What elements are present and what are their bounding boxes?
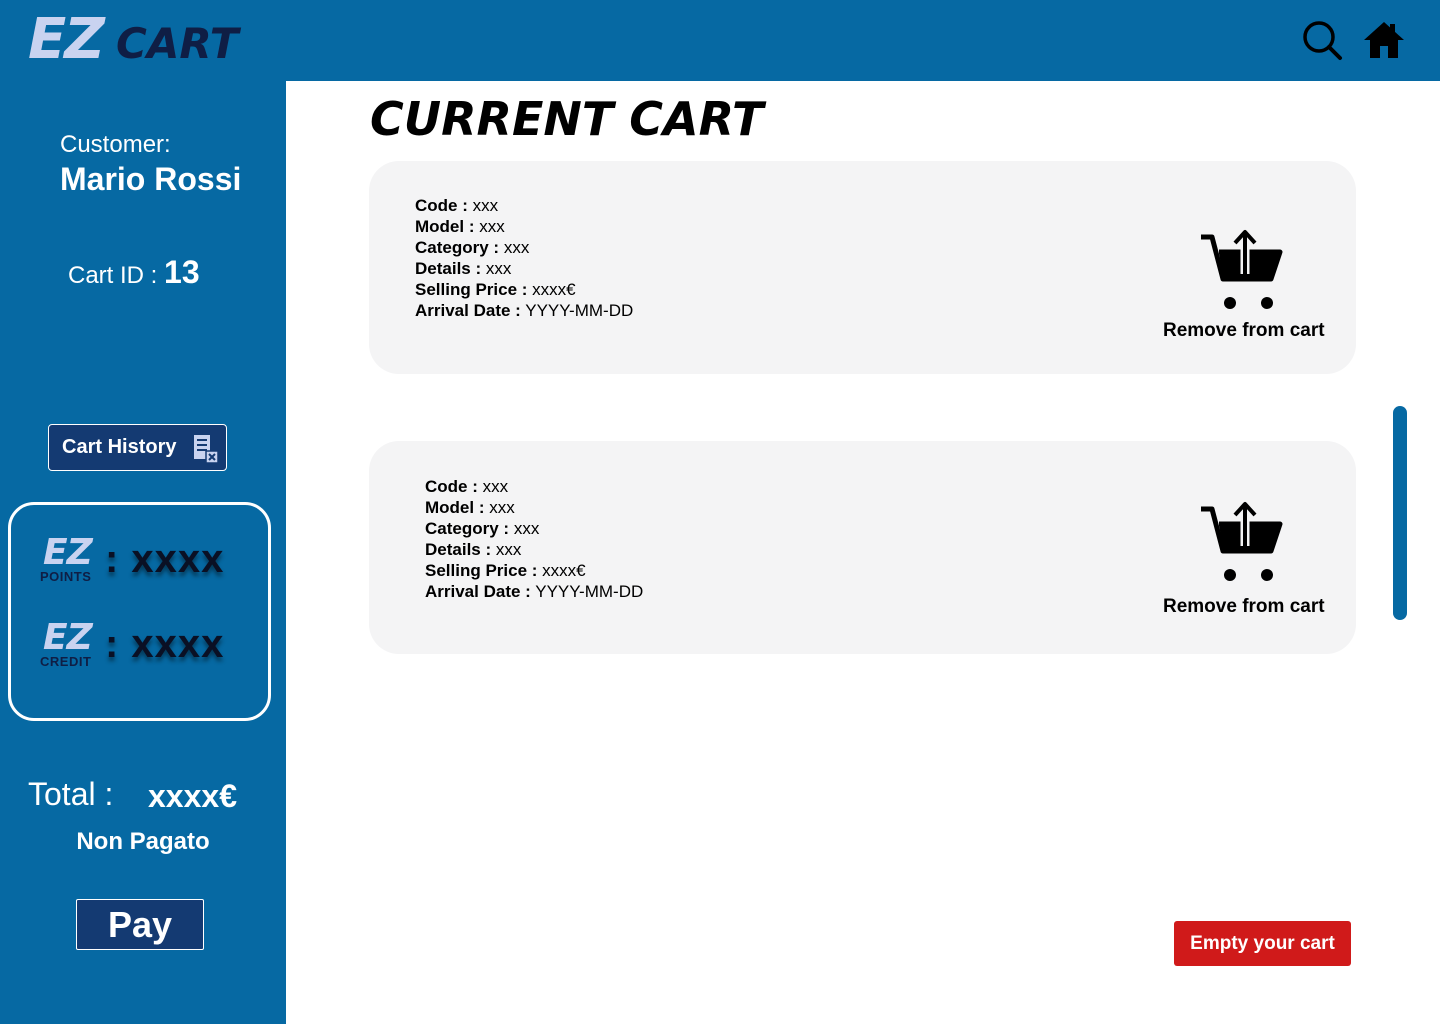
customer-name: Mario Rossi — [60, 161, 242, 197]
search-icon[interactable] — [1300, 18, 1344, 62]
scrollbar[interactable] — [1393, 406, 1407, 620]
home-icon[interactable] — [1362, 18, 1406, 62]
empty-cart-label: Empty your cart — [1190, 932, 1335, 954]
ez-points-value: : xxxx — [105, 537, 225, 581]
item-details: Code : xxx Model : xxx Category : xxx De… — [425, 476, 643, 602]
cart-item-card: Code : xxx Model : xxx Category : xxx De… — [369, 441, 1356, 654]
cart-id-label: Cart ID : — [68, 262, 165, 289]
ez-points-row: EZ POINTS : xxxx — [39, 533, 269, 593]
remove-from-cart-label[interactable]: Remove from cart — [1163, 320, 1337, 342]
item-arrival: Arrival Date : YYYY-MM-DD — [415, 301, 634, 320]
cart-item-card: Code : xxx Model : xxx Category : xxx De… — [369, 161, 1356, 374]
item-category: Category : xxx — [425, 519, 540, 538]
item-details-text: Details : xxx — [415, 259, 512, 278]
item-category: Category : xxx — [415, 238, 530, 257]
ez-points-sub: POINTS — [40, 569, 92, 584]
item-model: Model : xxx — [415, 217, 505, 236]
logo-cart-text: CART — [116, 19, 239, 68]
total-label: Total : — [28, 776, 114, 812]
cart-id: Cart ID : 13 — [68, 254, 200, 291]
sidebar: Customer: Mario Rossi Cart ID : 13 Cart … — [0, 81, 286, 1024]
page-title: CURRENT CART — [370, 92, 764, 146]
ez-credit-sub: CREDIT — [40, 654, 92, 669]
receipt-icon — [193, 434, 219, 469]
cart-history-label: Cart History — [62, 436, 177, 458]
customer-label: Customer: — [60, 131, 171, 158]
item-model: Model : xxx — [425, 498, 515, 517]
item-details-text: Details : xxx — [425, 540, 522, 559]
ez-credit-value: : xxxx — [105, 622, 225, 666]
ez-credit-logo: EZ — [43, 617, 93, 658]
top-bar: EZ CART — [0, 0, 1440, 81]
item-details: Code : xxx Model : xxx Category : xxx De… — [415, 195, 633, 321]
empty-cart-button[interactable]: Empty your cart — [1174, 921, 1351, 966]
ez-balance-box: EZ POINTS : xxxx EZ CREDIT : xxxx — [8, 502, 271, 721]
logo-ez-text: EZ — [28, 7, 105, 72]
remove-from-cart-label[interactable]: Remove from cart — [1163, 596, 1337, 618]
item-arrival: Arrival Date : YYYY-MM-DD — [425, 582, 644, 601]
item-price: Selling Price : xxxx€ — [425, 561, 586, 580]
payment-status: Non Pagato — [76, 828, 210, 855]
total-value: xxxx€ — [148, 778, 237, 814]
item-code: Code : xxx — [415, 196, 499, 215]
ez-points-logo: EZ — [43, 532, 93, 573]
remove-from-cart-icon[interactable] — [1197, 500, 1283, 584]
cart-history-button[interactable]: Cart History — [48, 424, 227, 471]
cart-id-value: 13 — [164, 254, 200, 290]
ez-credit-row: EZ CREDIT : xxxx — [39, 618, 269, 678]
item-code: Code : xxx — [425, 477, 509, 496]
pay-button-label: Pay — [107, 903, 173, 945]
item-price: Selling Price : xxxx€ — [415, 280, 576, 299]
remove-from-cart-icon[interactable] — [1197, 228, 1283, 312]
pay-button[interactable]: Pay — [76, 899, 204, 950]
